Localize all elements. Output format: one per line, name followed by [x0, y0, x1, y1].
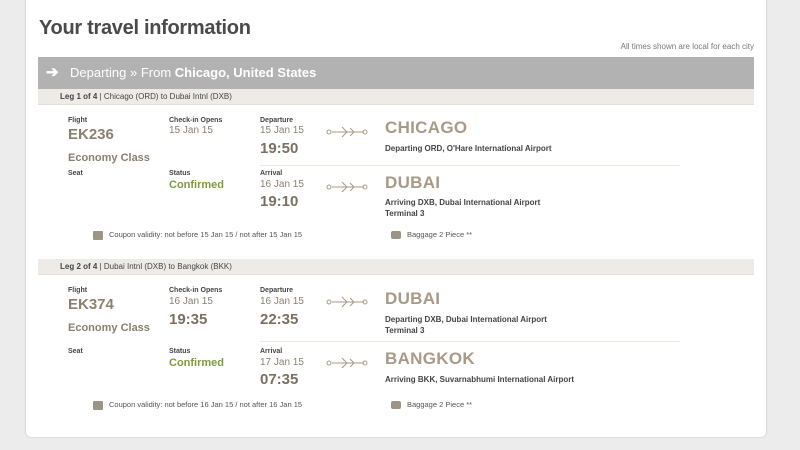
- checkin-label: Check-in Opens: [169, 287, 223, 294]
- cabin-class: Economy Class: [68, 152, 150, 164]
- flight-number: EK236: [68, 126, 114, 143]
- checkin-label: Check-in Opens: [169, 117, 223, 124]
- plane-icon: [326, 126, 368, 138]
- status-label: Status: [169, 170, 191, 177]
- checkin-time: 19:35: [169, 311, 208, 328]
- leg-route: | Chicago (ORD) to Dubai Intnl (DXB): [97, 92, 232, 101]
- destination-city: DUBAI: [385, 173, 441, 192]
- baggage-info: Baggage 2 Piece **: [391, 400, 472, 410]
- calendar-icon: [93, 230, 103, 240]
- leg-1: Leg 1 of 4 | Chicago (ORD) to Dubai Intn…: [38, 89, 754, 249]
- leg-number: Leg 1 of 4: [60, 92, 98, 101]
- origin-terminal: Terminal 3: [385, 326, 425, 335]
- arrival-label: Arrival: [260, 170, 283, 177]
- departing-prefix: Departing » From: [70, 65, 175, 80]
- seat-label: Seat: [68, 170, 83, 177]
- departure-label: Departure: [260, 117, 294, 124]
- destination-airport: Arriving BKK, Suvarnabhumi International…: [385, 375, 575, 384]
- leg-route: | Dubai Intnl (DXB) to Bangkok (BKK): [97, 262, 232, 271]
- departing-city: Chicago, United States: [174, 65, 317, 80]
- origin-airport: Departing ORD, O'Hare International Airp…: [385, 144, 552, 153]
- coupon-validity: Coupon validity: not before 15 Jan 15 / …: [93, 230, 302, 240]
- origin-airport: Departing DXB, Dubai International Airpo…: [385, 315, 547, 324]
- destination-terminal: Terminal 3: [385, 209, 425, 218]
- leg-header: Leg 2 of 4 | Dubai Intnl (DXB) to Bangko…: [38, 259, 754, 275]
- baggage-icon: [391, 401, 401, 410]
- leg-header: Leg 1 of 4 | Chicago (ORD) to Dubai Intn…: [38, 89, 754, 105]
- status-value: Confirmed: [169, 357, 224, 369]
- departure-label: Departure: [260, 287, 294, 294]
- plane-icon: [326, 357, 368, 369]
- arrival-label: Arrival: [260, 348, 283, 355]
- baggage-text: Baggage 2 Piece **: [407, 230, 473, 239]
- coupon-validity: Coupon validity: not before 16 Jan 15 / …: [93, 400, 302, 410]
- arrow-right-icon: ➔: [46, 64, 59, 81]
- departure-date: 16 Jan 15: [260, 296, 304, 307]
- leg-number: Leg 2 of 4: [60, 262, 98, 271]
- departing-bar: ➔ Departing » From Chicago, United States: [38, 57, 754, 89]
- origin-city: CHICAGO: [385, 118, 468, 137]
- baggage-info: Baggage 2 Piece **: [391, 230, 472, 240]
- checkin-date: 15 Jan 15: [169, 125, 213, 136]
- destination-airport: Arriving DXB, Dubai International Airpor…: [385, 198, 541, 207]
- flight-number: EK374: [68, 296, 114, 313]
- baggage-icon: [391, 231, 401, 240]
- flight-label: Flight: [68, 287, 88, 294]
- timezone-note: All times shown are local for each city: [620, 42, 754, 51]
- seat-label: Seat: [68, 348, 83, 355]
- coupon-text: Coupon validity: not before 16 Jan 15 / …: [109, 400, 303, 409]
- plane-icon: [326, 181, 368, 193]
- departure-date: 15 Jan 15: [260, 125, 304, 136]
- departure-time: 22:35: [260, 311, 299, 328]
- divider: [260, 341, 680, 342]
- arrival-date: 17 Jan 15: [260, 357, 304, 368]
- status-label: Status: [169, 348, 191, 355]
- baggage-text: Baggage 2 Piece **: [407, 400, 473, 409]
- arrival-time: 07:35: [260, 371, 299, 388]
- arrival-time: 19:10: [260, 193, 299, 210]
- destination-city: BANGKOK: [385, 349, 475, 368]
- leg-2: Leg 2 of 4 | Dubai Intnl (DXB) to Bangko…: [38, 259, 754, 429]
- coupon-text: Coupon validity: not before 15 Jan 15 / …: [109, 230, 303, 239]
- departure-time: 19:50: [260, 140, 299, 157]
- travel-info-card: Your travel information All times shown …: [25, 0, 767, 438]
- cabin-class: Economy Class: [68, 322, 150, 334]
- plane-icon: [326, 296, 368, 308]
- divider: [260, 165, 680, 166]
- arrival-date: 16 Jan 15: [260, 179, 304, 190]
- calendar-icon: [93, 400, 103, 410]
- page-title: Your travel information: [39, 17, 251, 39]
- origin-city: DUBAI: [385, 289, 441, 308]
- status-value: Confirmed: [169, 179, 224, 191]
- checkin-date: 16 Jan 15: [169, 296, 213, 307]
- flight-label: Flight: [68, 117, 88, 124]
